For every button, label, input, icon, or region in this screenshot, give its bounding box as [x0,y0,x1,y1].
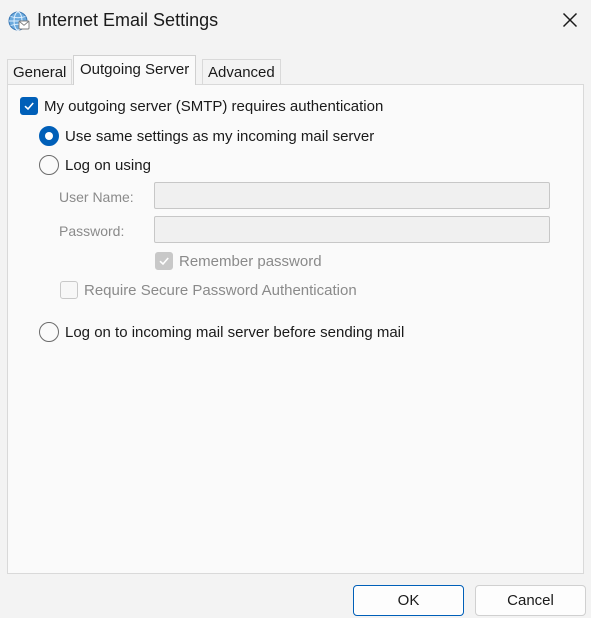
outgoing-server-panel: My outgoing server (SMTP) requires authe… [7,84,584,574]
tab-advanced[interactable]: Advanced [202,59,281,85]
remember-password-label: Remember password [179,252,322,270]
use-same-settings-option[interactable]: Use same settings as my incoming mail se… [39,126,374,146]
password-input[interactable] [154,216,550,243]
smtp-auth-option[interactable]: My outgoing server (SMTP) requires authe… [20,97,383,115]
cancel-button[interactable]: Cancel [475,585,586,616]
smtp-auth-label: My outgoing server (SMTP) requires authe… [44,97,384,115]
spa-option[interactable]: Require Secure Password Authentication [60,281,357,299]
ok-button[interactable]: OK [353,585,464,616]
log-on-incoming-label: Log on to incoming mail server before se… [65,323,405,341]
remember-password-option[interactable]: Remember password [155,252,322,270]
smtp-auth-checkbox[interactable] [20,97,38,115]
close-button[interactable] [552,6,588,38]
tab-general[interactable]: General [7,59,73,85]
tab-outgoing-server[interactable]: Outgoing Server [73,55,197,85]
spa-label: Require Secure Password Authentication [84,281,357,299]
log-on-using-label: Log on using [65,156,151,174]
internet-email-settings-dialog: Internet Email Settings General Outgoing… [0,0,591,618]
title-bar: Internet Email Settings [0,0,591,44]
remember-password-checkbox[interactable] [155,252,173,270]
log-on-using-radio[interactable] [39,155,59,175]
window-title: Internet Email Settings [37,10,219,30]
user-name-label: User Name: [59,189,134,205]
spa-checkbox[interactable] [60,281,78,299]
close-icon [562,12,578,33]
use-same-settings-label: Use same settings as my incoming mail se… [65,127,375,145]
use-same-settings-radio[interactable] [39,126,59,146]
globe-mail-icon [7,9,31,33]
log-on-incoming-option[interactable]: Log on to incoming mail server before se… [39,322,404,342]
user-name-input[interactable] [154,182,550,209]
password-label: Password: [59,223,125,239]
log-on-incoming-radio[interactable] [39,322,59,342]
log-on-using-option[interactable]: Log on using [39,155,151,175]
